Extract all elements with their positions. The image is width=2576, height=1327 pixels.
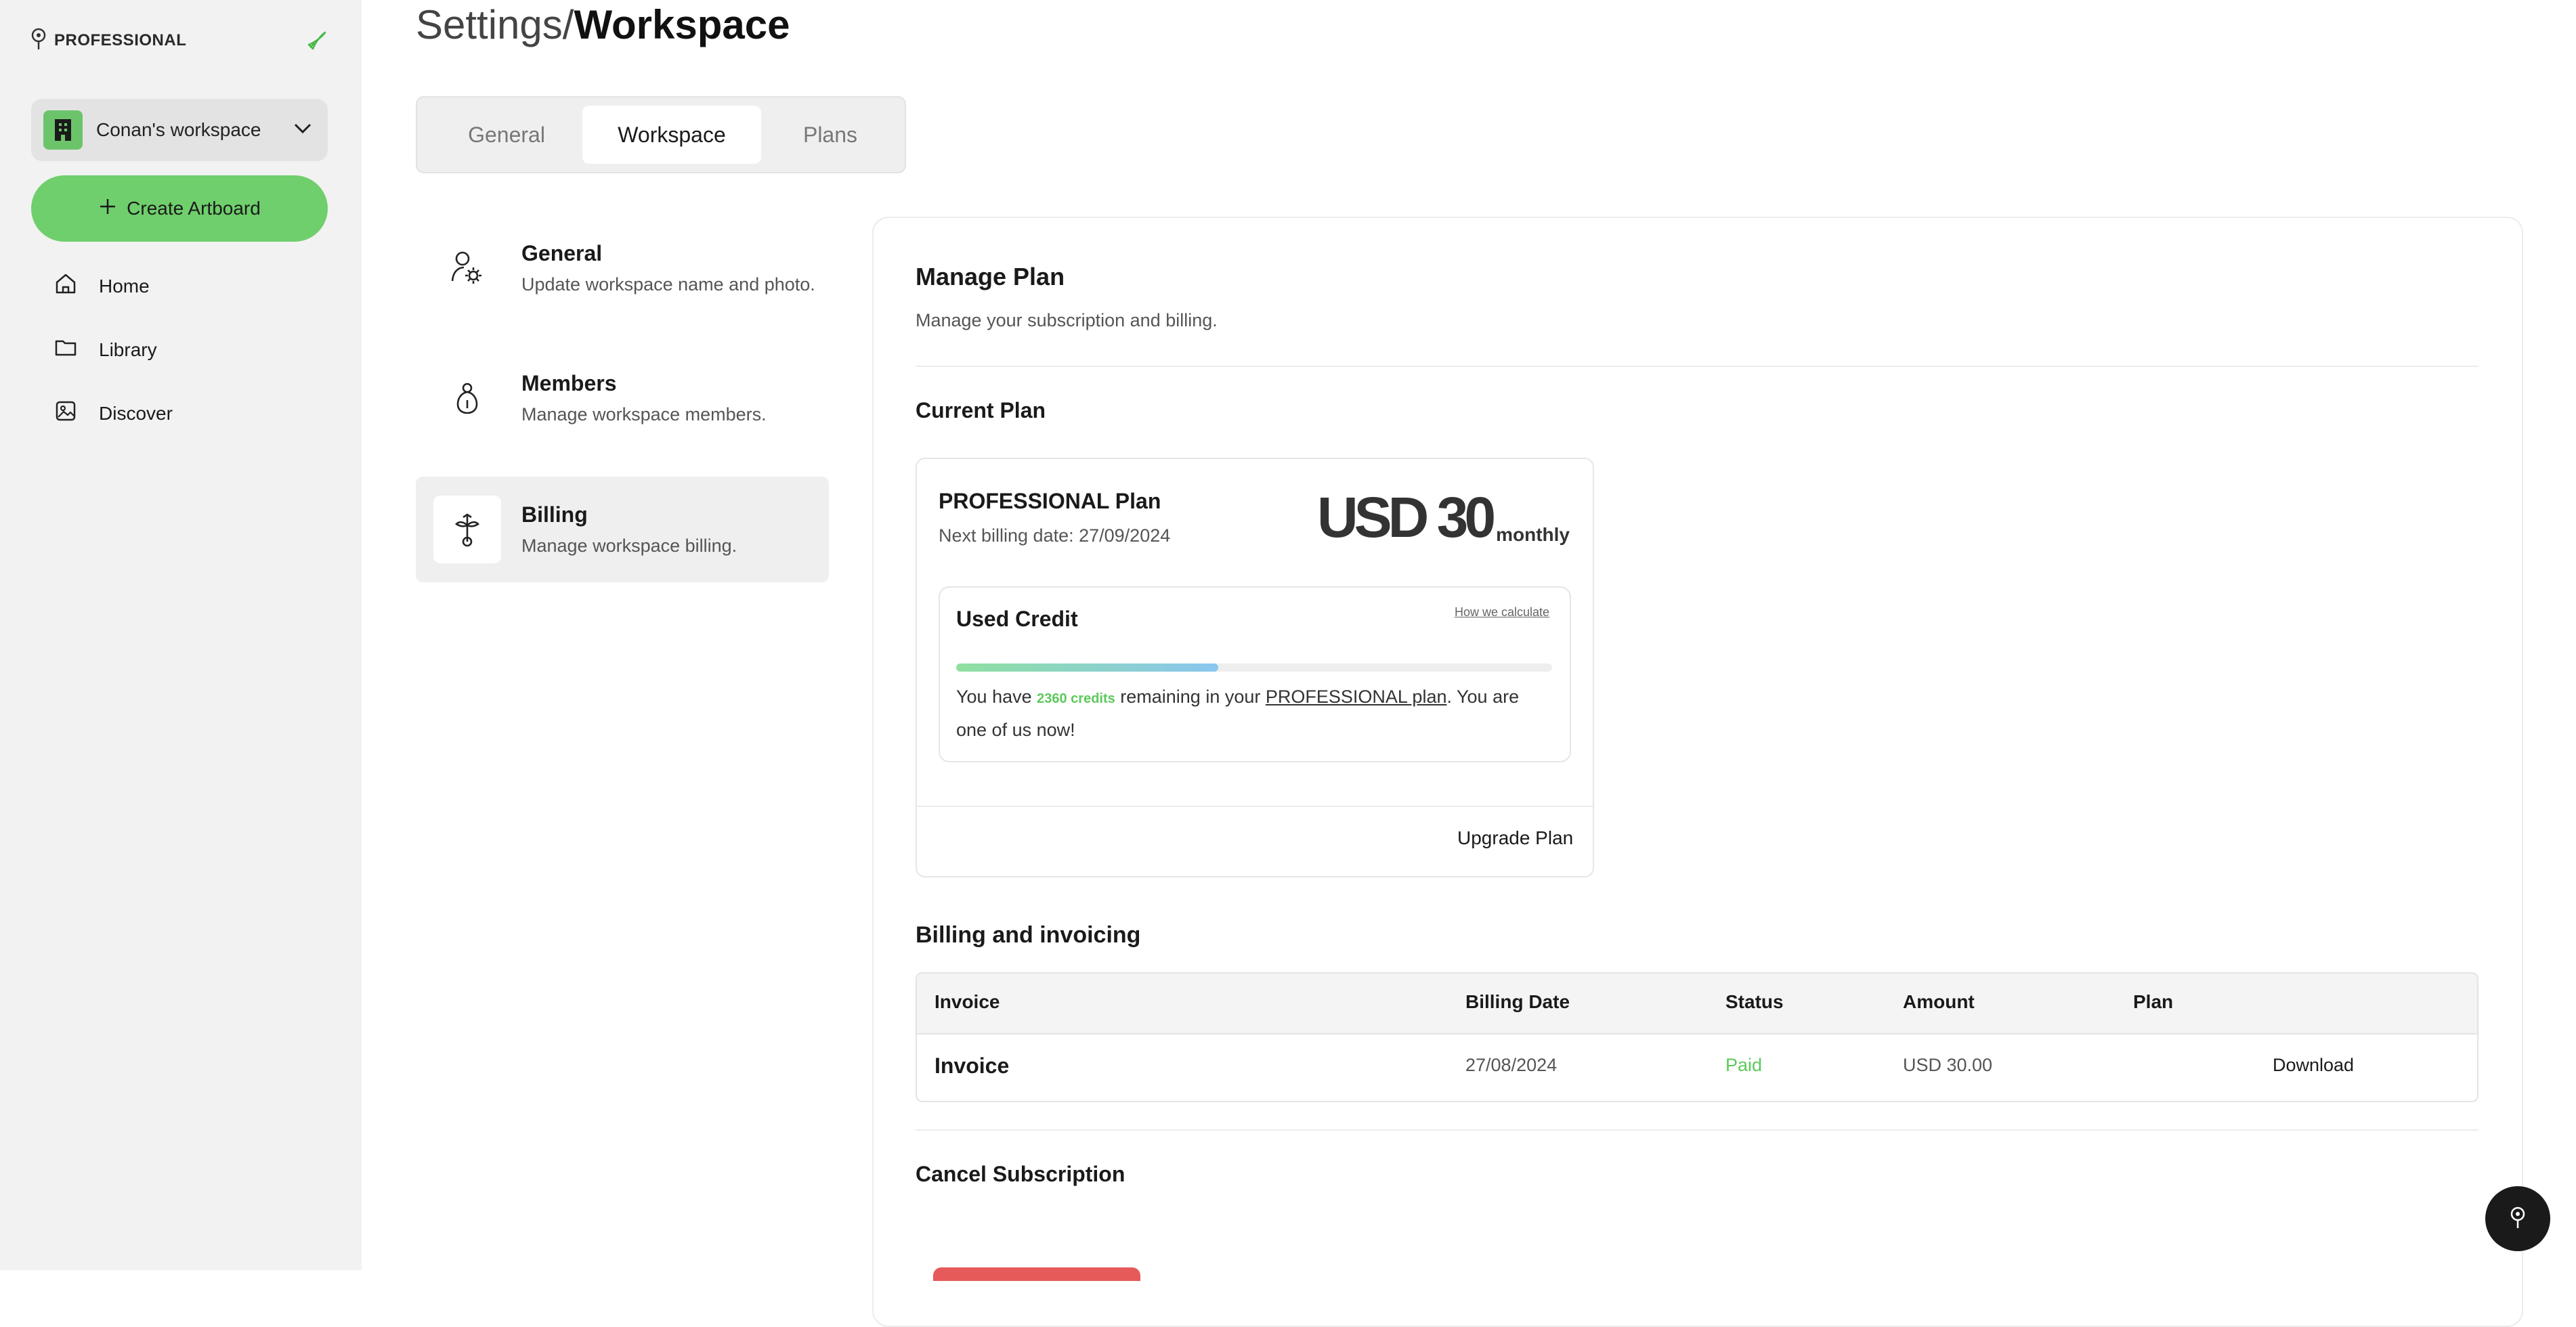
plant-icon — [433, 496, 501, 563]
credit-text: remaining in your — [1115, 687, 1266, 707]
plan-name: PROFESSIONAL Plan — [939, 489, 1161, 513]
workspace-avatar — [43, 110, 83, 150]
workspace-name: Conan's workspace — [96, 119, 261, 140]
credit-message: You have 2360 credits remaining in your … — [956, 681, 1552, 745]
folder-icon — [54, 336, 77, 364]
workspace-select[interactable]: Conan's workspace — [31, 99, 328, 161]
cancel-subscription-button[interactable] — [933, 1267, 1140, 1281]
subnav-title: Billing — [521, 502, 588, 527]
invoice-table: Invoice Billing Date Status Amount Plan … — [916, 972, 2478, 1102]
tab-workspace[interactable]: Workspace — [582, 106, 761, 164]
manage-plan-subtitle: Manage your subscription and billing. — [916, 310, 1218, 330]
home-icon — [54, 272, 77, 300]
create-artboard-button[interactable]: Create Artboard — [31, 175, 328, 242]
image-icon — [54, 399, 77, 427]
how-we-calculate-link[interactable]: How we calculate — [1455, 605, 1549, 619]
credit-progress-bar — [956, 664, 1552, 672]
plan-price: USD 30 monthly — [1317, 489, 1570, 546]
create-artboard-label: Create Artboard — [127, 198, 261, 219]
subnav-desc: Manage workspace members. — [521, 404, 767, 425]
download-link[interactable]: Download — [2273, 1055, 2354, 1076]
credit-count: 2360 credits — [1037, 691, 1115, 706]
credit-text: You have — [956, 687, 1037, 707]
price-amount: USD 30 — [1316, 485, 1496, 549]
subnav-billing[interactable]: Billing Manage workspace billing. — [416, 477, 829, 582]
status-badge: Paid — [1725, 1055, 1763, 1075]
plan-link[interactable]: PROFESSIONAL plan — [1266, 687, 1447, 707]
table-row: Invoice 27/08/2024 Paid USD 30.00 Downlo… — [917, 1033, 2477, 1101]
subnav-title: Members — [521, 371, 617, 395]
plus-icon — [98, 197, 117, 221]
member-icon — [433, 364, 501, 432]
cancel-subscription-heading: Cancel Subscription — [916, 1162, 1125, 1186]
column-header: Billing Date — [1465, 991, 1570, 1012]
current-plan-heading: Current Plan — [916, 398, 1046, 422]
upgrade-plan-button[interactable]: Upgrade Plan — [1457, 827, 1573, 849]
tab-plans[interactable]: Plans — [763, 106, 898, 164]
nav-item-label: Home — [99, 275, 150, 297]
table-header: Invoice Billing Date Status Amount Plan — [917, 974, 2477, 1035]
nav-item-label: Library — [99, 339, 157, 360]
user-settings-icon — [433, 234, 501, 302]
billing-heading: Billing and invoicing — [916, 922, 1141, 948]
logo-icon — [2509, 1206, 2527, 1232]
chevron-down-icon — [294, 123, 312, 137]
brand-label: PROFESSIONAL — [54, 30, 187, 49]
rocket-icon[interactable] — [306, 30, 328, 55]
column-header: Status — [1725, 991, 1784, 1012]
title-prefix: Settings/ — [416, 2, 574, 47]
nav-item-label: Discover — [99, 402, 173, 424]
subnav-title: General — [521, 241, 603, 265]
page-title: Settings/Workspace — [416, 0, 790, 50]
assistant-button[interactable] — [2485, 1186, 2550, 1251]
divider — [917, 806, 1593, 807]
price-period: monthly — [1496, 524, 1570, 545]
logo-icon — [30, 27, 47, 53]
column-header: Invoice — [935, 991, 1000, 1012]
nav-item-home[interactable]: Home — [54, 272, 150, 300]
next-billing-date: Next billing date: 27/09/2024 — [939, 525, 1171, 546]
sidebar: PROFESSIONAL Conan's workspace Create Ar… — [0, 0, 362, 1270]
nav-item-discover[interactable]: Discover — [54, 399, 173, 427]
invoice-name: Invoice — [935, 1053, 1010, 1078]
used-credit-title: Used Credit — [956, 607, 1078, 631]
nav-item-library[interactable]: Library — [54, 336, 157, 364]
credit-progress-fill — [956, 664, 1219, 672]
brand[interactable]: PROFESSIONAL — [30, 27, 186, 53]
subnav-desc: Update workspace name and photo. — [521, 274, 815, 295]
billing-date: 27/08/2024 — [1465, 1055, 1558, 1075]
column-header: Plan — [2133, 991, 2174, 1012]
subnav-general[interactable]: General Update workspace name and photo. — [416, 215, 829, 321]
title-main: Workspace — [574, 2, 790, 47]
manage-plan-title: Manage Plan — [916, 263, 1065, 290]
tab-general[interactable]: General — [427, 106, 586, 164]
subnav-desc: Manage workspace billing. — [521, 536, 737, 556]
amount: USD 30.00 — [1903, 1055, 1993, 1075]
column-header: Amount — [1903, 991, 1975, 1012]
settings-tabs: General Workspace Plans — [416, 96, 906, 173]
subnav-members[interactable]: Members Manage workspace members. — [416, 345, 829, 451]
divider — [916, 366, 2478, 367]
divider — [916, 1129, 2478, 1131]
